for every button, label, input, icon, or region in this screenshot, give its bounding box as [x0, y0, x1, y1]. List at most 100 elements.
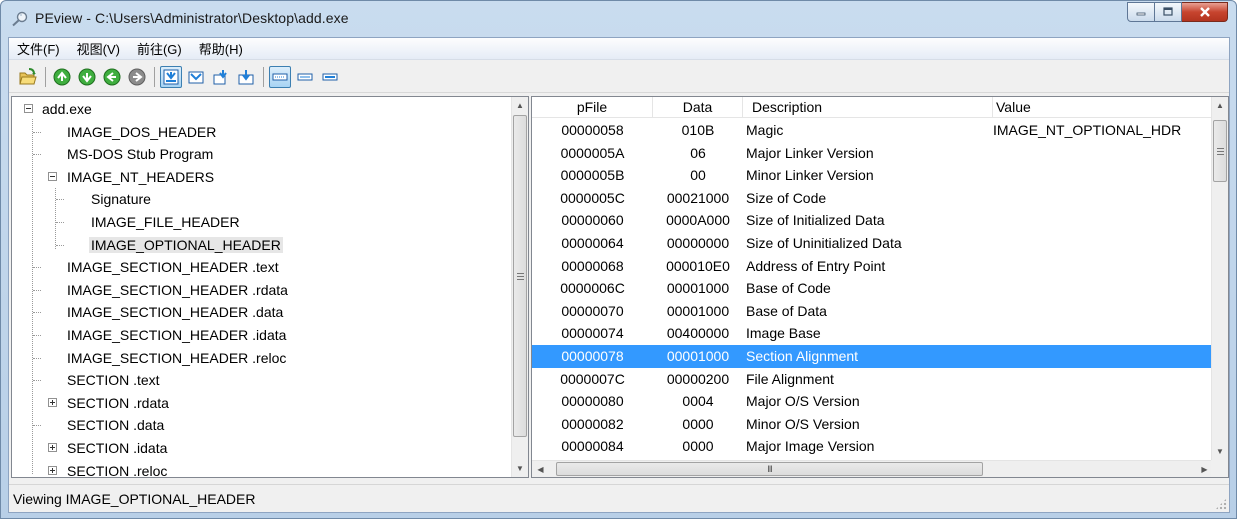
go-down-button[interactable] — [76, 66, 98, 88]
tree-item[interactable]: Signature — [89, 188, 153, 210]
tree-item[interactable]: IMAGE_NT_HEADERS — [65, 166, 216, 188]
tree-item-label: IMAGE_DOS_HEADER — [67, 123, 217, 140]
table-row[interactable]: 0000005C 00021000 Size of Code — [532, 187, 1213, 210]
column-header-description[interactable]: Description — [743, 97, 993, 118]
minimize-button[interactable] — [1127, 2, 1155, 22]
cell-pfile: 0000005A — [560, 144, 625, 161]
table-row[interactable]: 0000007C 00000200 File Alignment — [532, 368, 1213, 391]
table-row[interactable]: 00000060 0000A000 Size of Initialized Data — [532, 209, 1213, 232]
tree-item[interactable]: SECTION .text — [65, 369, 162, 391]
open-button[interactable] — [17, 66, 39, 88]
scroll-up-arrow-icon[interactable]: ▲ — [512, 97, 528, 114]
table-row[interactable]: 00000058 010B Magic IMAGE_NT_OPTIONAL_HDR — [532, 119, 1213, 142]
tree-item-label: SECTION .rdata — [67, 394, 169, 411]
cell-description: Magic — [746, 122, 784, 138]
go-up-icon — [53, 68, 71, 85]
view-mode-1-button[interactable] — [160, 65, 182, 88]
tree-item[interactable]: IMAGE_OPTIONAL_HEADER — [89, 234, 283, 256]
column-header-value[interactable]: Value — [993, 97, 1213, 118]
cell-description: Major Linker Version — [746, 144, 874, 161]
table-row[interactable]: 00000082 0000 Minor O/S Version — [532, 413, 1213, 436]
tree-item[interactable]: IMAGE_SECTION_HEADER .text — [65, 256, 281, 278]
table-row[interactable]: 00000084 0000 Major Image Version — [532, 435, 1213, 458]
cell-description: Minor O/S Version — [746, 415, 860, 432]
scroll-thumb[interactable]: III — [556, 462, 983, 476]
table-row[interactable]: 00000064 00000000 Size of Uninitialized Da… — [532, 232, 1213, 255]
tree-item[interactable]: IMAGE_SECTION_HEADER .data — [65, 301, 285, 323]
toolbar-separator — [154, 66, 155, 87]
cell-description: Size of Initialized Data — [746, 212, 885, 229]
scroll-up-arrow-icon[interactable]: ▲ — [1212, 97, 1228, 114]
table-row[interactable]: 0000006C 00001000 Base of Code — [532, 277, 1213, 300]
view-mode-2-icon — [188, 71, 204, 83]
tree-item[interactable]: add.exe — [40, 98, 94, 120]
column-header-pfile[interactable]: pFile — [532, 97, 653, 118]
tree-item[interactable]: SECTION .rdata — [65, 392, 171, 414]
format-word-button[interactable] — [294, 66, 316, 88]
go-forward-button[interactable] — [126, 66, 148, 88]
menu-file[interactable]: 文件(F) — [17, 39, 60, 58]
view-mode-4-button[interactable] — [235, 66, 257, 88]
list-view[interactable]: pFile Data Description Value 00000058 010… — [531, 96, 1229, 478]
cell-data: 00001000 — [666, 302, 730, 319]
format-byte-button[interactable] — [269, 65, 291, 88]
list-header: pFile Data Description Value — [532, 97, 1213, 118]
scroll-thumb[interactable] — [513, 115, 527, 437]
format-dword-button[interactable] — [319, 66, 341, 88]
tree-item[interactable]: IMAGE_SECTION_HEADER .reloc — [65, 347, 288, 369]
menu-view[interactable]: 视图(V) — [77, 39, 120, 58]
tree-item[interactable]: IMAGE_SECTION_HEADER .idata — [65, 324, 288, 346]
list-horizontal-scrollbar[interactable]: ◀ III ▶ — [532, 460, 1213, 477]
collapse-minus-icon[interactable] — [24, 104, 33, 113]
scroll-down-arrow-icon[interactable]: ▼ — [512, 460, 528, 477]
go-back-button[interactable] — [101, 66, 123, 88]
menu-go[interactable]: 前往(G) — [137, 39, 182, 58]
tree-item[interactable]: IMAGE_FILE_HEADER — [89, 211, 242, 233]
tree-connector — [33, 289, 41, 291]
table-row[interactable]: 00000068 000010E0 Address of Entry Point — [532, 255, 1213, 278]
view-mode-3-button[interactable] — [210, 66, 232, 88]
scroll-down-arrow-icon[interactable]: ▼ — [1212, 443, 1228, 460]
tree-item[interactable]: MS-DOS Stub Program — [65, 143, 215, 165]
column-header-data[interactable]: Data — [653, 97, 743, 118]
tree-item[interactable]: SECTION .idata — [65, 437, 169, 459]
tree-vertical-scrollbar[interactable]: ▲ ▼ — [511, 97, 528, 477]
tree-item-label: IMAGE_SECTION_HEADER .text — [67, 259, 279, 276]
resize-grip-icon[interactable] — [1215, 498, 1227, 510]
table-row[interactable]: 0000005A 06 Major Linker Version — [532, 142, 1213, 165]
view-mode-2-button[interactable] — [185, 66, 207, 88]
view-mode-4-icon — [238, 69, 254, 84]
tree-item[interactable]: IMAGE_SECTION_HEADER .rdata — [65, 279, 290, 301]
tree-item[interactable]: IMAGE_DOS_HEADER — [65, 121, 218, 143]
toolbar — [9, 61, 1229, 93]
cell-description: Major O/S Version — [746, 393, 860, 410]
cell-description: Size of Code — [746, 189, 827, 206]
tree-item[interactable]: SECTION .reloc — [65, 460, 169, 477]
scroll-left-arrow-icon[interactable]: ◀ — [532, 461, 549, 477]
tree-view[interactable]: add.exe IMAGE_DOS_HEADER MS-DOS Stub Progr… — [11, 96, 529, 478]
collapse-minus-icon[interactable] — [48, 171, 57, 181]
grip-icon: III — [767, 464, 772, 474]
close-button[interactable] — [1182, 2, 1228, 22]
cell-description: Address of Entry Point — [746, 257, 886, 274]
tree-item[interactable]: SECTION .data — [65, 414, 166, 436]
expand-plus-icon[interactable] — [48, 397, 57, 407]
table-row[interactable]: 00000080 0004 Major O/S Version — [532, 390, 1213, 413]
scroll-thumb[interactable] — [1213, 120, 1227, 182]
expand-plus-icon[interactable] — [48, 465, 57, 475]
table-row[interactable]: 00000078 00001000 Section Alignment — [532, 345, 1213, 368]
table-row[interactable]: 0000005B 00 Minor Linker Version — [532, 164, 1213, 187]
title-bar[interactable]: PEview - C:\Users\Administrator\Desktop\… — [1, 1, 1236, 37]
tree-connector — [33, 267, 41, 269]
cell-pfile: 00000074 — [561, 325, 624, 342]
toolbar-separator — [45, 66, 46, 87]
cell-description: File Alignment — [746, 370, 834, 387]
list-vertical-scrollbar[interactable]: ▲ ▼ — [1211, 97, 1228, 460]
table-row[interactable]: 00000070 00001000 Base of Data — [532, 300, 1213, 323]
menu-help[interactable]: 帮助(H) — [199, 39, 243, 58]
table-row[interactable]: 00000074 00400000 Image Base — [532, 322, 1213, 345]
expand-plus-icon[interactable] — [48, 443, 57, 452]
maximize-button[interactable] — [1155, 2, 1182, 22]
go-up-button[interactable] — [51, 66, 73, 88]
tree-item-label: IMAGE_SECTION_HEADER .reloc — [67, 349, 287, 366]
